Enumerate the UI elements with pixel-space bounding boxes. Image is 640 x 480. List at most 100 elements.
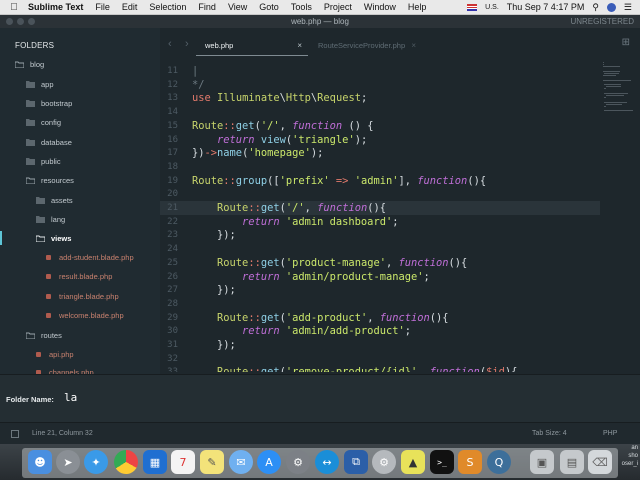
stack-icon[interactable]: ▤ [560,450,584,474]
code-line[interactable]: 21 Route::get('/', function(){ [160,201,600,215]
menu-list-icon[interactable]: ☰ [624,2,632,13]
xcode-icon[interactable]: ⧉ [344,450,368,474]
code-line[interactable]: 25 Route::get('product-manage', function… [160,256,600,270]
sidebar-item-database[interactable]: database [26,135,72,149]
menu-tools[interactable]: Tools [291,2,312,12]
folder-name-input[interactable]: la [58,387,634,409]
tab-size[interactable]: Tab Size: 4 [532,430,567,437]
code-line[interactable]: 23 }); [160,228,600,242]
code-text: */ [192,78,205,91]
menu-project[interactable]: Project [324,2,352,12]
chevron-right-icon[interactable]: › [185,38,189,50]
folder-name-label: Folder Name: [6,395,54,404]
code-line[interactable]: 17})->name('homepage'); [160,146,600,160]
code-line[interactable]: 27 }); [160,283,600,297]
terminal-icon[interactable]: >_ [430,450,454,474]
safari-icon[interactable]: ✦ [84,450,108,474]
menu-window[interactable]: Window [364,2,396,12]
menu-edit[interactable]: Edit [122,2,138,12]
sidebar-item-app[interactable]: app [26,77,54,91]
tab-route-service-provider[interactable]: RouteServiceProvider.php × [310,36,422,54]
minimap[interactable] [600,62,640,122]
menu-goto[interactable]: Goto [259,2,279,12]
code-editor[interactable]: 11 | 12 */13 use Illuminate\Http\Request; 14 1… [160,62,600,372]
search-icon[interactable]: ⚲ [592,2,599,13]
sidebar-item-label: routes [41,330,62,340]
chevron-left-icon[interactable]: ‹ [168,38,172,50]
code-line[interactable]: 31 }); [160,338,600,352]
sidebar-file-result[interactable]: result.blade.php [46,269,112,283]
new-tab-icon[interactable]: ⊞ [622,37,630,48]
menu-selection[interactable]: Selection [149,2,186,12]
chrome-icon[interactable] [114,450,138,474]
sidebar-item-assets[interactable]: assets [36,193,73,207]
sidebar-file-welcome[interactable]: welcome.blade.php [46,308,124,322]
finder-icon[interactable]: ☻ [28,450,52,474]
sidebar-file-triangle[interactable]: triangle.blade.php [46,289,119,303]
trash-icon[interactable]: ⌫ [588,450,612,474]
photo-icon[interactable]: ▣ [530,450,554,474]
sidebar-item-views[interactable]: views [36,231,71,245]
messages-icon[interactable]: ✉ [229,450,253,474]
tab-web-php[interactable]: web.php × [196,36,308,56]
sidebar-item-lang[interactable]: lang [36,212,65,226]
system-preferences-icon[interactable]: ⚙ [286,450,310,474]
code-line[interactable]: 22 return 'admin dashboard'; [160,215,600,229]
syntax-mode[interactable]: PHP [603,430,617,437]
launchpad-icon[interactable]: ➤ [56,450,80,474]
sidebar-item-bootstrap[interactable]: bootstrap [26,96,72,110]
minimap-line [604,73,619,74]
code-line[interactable]: 15 Route::get('/', function () { [160,119,600,133]
teamviewer-icon[interactable]: ↔ [315,450,339,474]
menu-app-name[interactable]: Sublime Text [28,2,83,12]
input-source[interactable]: U.S. [485,4,499,11]
sidebar-item-public[interactable]: public [26,154,61,168]
sidebar-item-blog[interactable]: blog [15,57,44,71]
clock[interactable]: Thu Sep 7 4:17 PM [507,2,585,12]
sidebar-item-resources[interactable]: resources [26,173,74,187]
zoom-window-icon[interactable] [28,18,35,25]
code-line[interactable]: 32 [160,352,600,366]
code-line[interactable]: 24 [160,242,600,256]
sublime-text-icon[interactable]: S [458,450,482,474]
code-line[interactable]: 28 [160,297,600,311]
trello-icon[interactable]: ▦ [143,450,167,474]
code-line[interactable]: 11 | [160,64,600,78]
user-icon[interactable] [606,2,616,12]
code-line[interactable]: 20 [160,187,600,201]
sidebar-file-add-student[interactable]: add-student.blade.php [46,250,134,264]
sidebar-item-config[interactable]: config [26,115,61,129]
menu-view[interactable]: View [228,2,247,12]
code-line[interactable]: 30 return 'admin/add-product'; [160,324,600,338]
sidebar-item-routes[interactable]: routes [26,328,62,342]
code-line[interactable]: 14 [160,105,600,119]
notes-icon[interactable]: ✎ [200,450,224,474]
menu-file[interactable]: File [95,2,110,12]
code-line[interactable]: 19 Route::group(['prefix' => 'admin'], fu… [160,174,600,188]
code-line[interactable]: 33 Route::get('remove-product/{id}', fun… [160,365,600,372]
cursor-position[interactable]: Line 21, Column 32 [32,430,93,437]
code-line[interactable]: 26 return 'admin/product-manage'; [160,270,600,284]
sidebar-file-api[interactable]: api.php [36,347,74,361]
menu-find[interactable]: Find [198,2,216,12]
minimize-window-icon[interactable] [17,18,24,25]
code-line[interactable]: 18 [160,160,600,174]
code-line[interactable]: 13 use Illuminate\Http\Request; [160,91,600,105]
filezilla-icon[interactable]: ▲ [401,450,425,474]
code-line[interactable]: 29 Route::get('add-product', function(){ [160,311,600,325]
sidebar-item-label: add-student.blade.php [59,252,134,262]
calendar-icon[interactable]: 7 [171,450,195,474]
close-tab-icon[interactable]: × [297,41,302,50]
code-line[interactable]: 16 return view('triangle'); [160,133,600,147]
apple-menu-icon[interactable]:  [0,2,28,13]
flag-icon[interactable] [467,3,478,11]
sidebar-file-channels[interactable]: channels.php [36,366,94,374]
menu-help[interactable]: Help [408,2,427,12]
code-line[interactable]: 12 */ [160,78,600,92]
close-tab-icon[interactable]: × [411,41,416,50]
panel-toggle-icon[interactable] [11,430,19,438]
quicktime-icon[interactable]: Q [487,450,511,474]
utility-icon[interactable]: ⚙ [372,450,396,474]
app-store-icon[interactable]: A [257,450,281,474]
close-window-icon[interactable] [6,18,13,25]
